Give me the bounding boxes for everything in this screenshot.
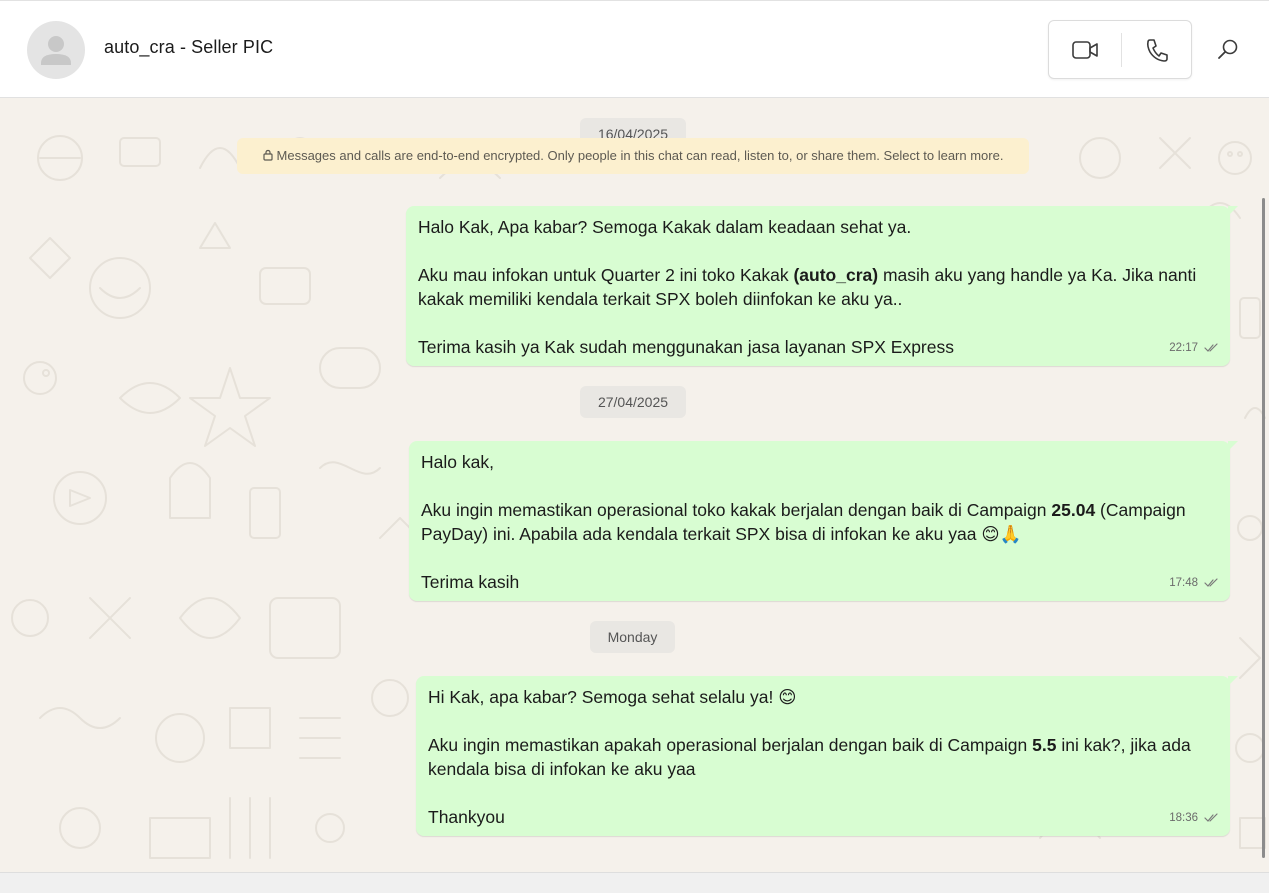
scrollbar[interactable]: [1262, 198, 1265, 858]
outgoing-message[interactable]: Hi Kak, apa kabar? Semoga sehat selalu y…: [416, 676, 1238, 836]
call-button-group: [1048, 20, 1192, 79]
date-separator: 27/04/2025: [580, 386, 686, 418]
bubble-tail: [1228, 441, 1238, 451]
message-text: Terima kasih: [421, 572, 520, 592]
message-text: Halo Kak, Apa kabar? Semoga Kakak dalam …: [418, 217, 912, 237]
double-check-icon: [1204, 813, 1218, 822]
message-meta: 18:36: [1169, 806, 1218, 830]
encryption-notice[interactable]: Messages and calls are end-to-end encryp…: [237, 138, 1029, 174]
voice-call-button[interactable]: [1135, 31, 1179, 69]
bubble-tail: [1228, 206, 1238, 216]
lock-icon: [262, 149, 273, 161]
outgoing-message[interactable]: Halo Kak, Apa kabar? Semoga Kakak dalam …: [406, 206, 1238, 366]
video-camera-icon: [1072, 41, 1098, 59]
message-time: 18:36: [1169, 812, 1198, 824]
search-button[interactable]: [1208, 29, 1248, 69]
message-meta: 22:17: [1169, 336, 1218, 360]
composer-bar-edge: [0, 872, 1269, 893]
outgoing-message[interactable]: Halo kak, Aku ingin memastikan operasion…: [409, 441, 1238, 601]
message-text: Terima kasih ya Kak sudah menggunakan ja…: [418, 337, 954, 357]
message-time: 22:17: [1169, 342, 1198, 354]
double-check-icon: [1204, 343, 1218, 352]
default-avatar-icon: [41, 36, 71, 65]
phone-icon: [1146, 39, 1168, 62]
video-call-button[interactable]: [1063, 31, 1107, 69]
message-text: Thankyou: [428, 807, 505, 827]
date-separator: Monday: [590, 621, 675, 653]
message-text: Hi Kak, apa kabar? Semoga sehat selalu y…: [428, 687, 797, 707]
double-check-icon: [1204, 578, 1218, 587]
search-icon: [1218, 39, 1238, 59]
encryption-notice-text: Messages and calls are end-to-end encryp…: [276, 148, 1004, 163]
message-time: 17:48: [1169, 577, 1198, 589]
chat-window: auto_cra - Seller PIC 16/04/2025 Message…: [0, 0, 1269, 893]
chat-header: auto_cra - Seller PIC: [0, 0, 1269, 98]
message-meta: 17:48: [1169, 571, 1218, 595]
avatar[interactable]: [27, 21, 85, 79]
bubble-tail: [1228, 676, 1238, 686]
message-text: Halo kak,: [421, 452, 494, 472]
message-text: Aku ingin memastikan apakah operasional …: [428, 735, 1196, 779]
message-text: Aku mau infokan untuk Quarter 2 ini toko…: [418, 265, 1202, 309]
call-group-divider: [1121, 33, 1122, 67]
message-text: Aku ingin memastikan operasional toko ka…: [421, 500, 1191, 544]
contact-name[interactable]: auto_cra - Seller PIC: [104, 37, 273, 58]
